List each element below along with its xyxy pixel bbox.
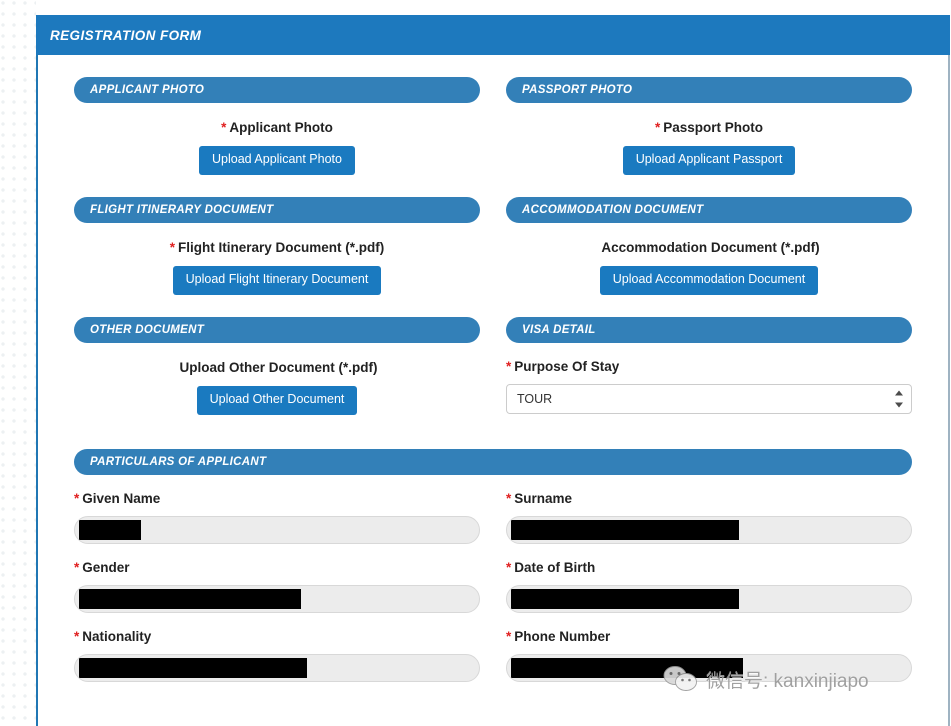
redaction-bar bbox=[79, 589, 301, 610]
field-surname: * Surname bbox=[506, 475, 912, 544]
nationality-label: * Nationality bbox=[74, 629, 480, 645]
passport-photo-upload-block: * Passport Photo Upload Applicant Passpor… bbox=[506, 103, 912, 175]
applicant-photo-upload-block: * Applicant Photo Upload Applicant Photo bbox=[74, 103, 480, 175]
section-header-label: FLIGHT ITINERARY DOCUMENT bbox=[90, 203, 274, 216]
surname-label-text: Surname bbox=[514, 490, 573, 506]
particulars-fields: * Given Name * Surname * Gender * Date o… bbox=[38, 475, 948, 683]
phone-number-input[interactable] bbox=[506, 654, 912, 683]
section-visa-detail: VISA DETAIL * Purpose Of Stay TOUR bbox=[506, 316, 912, 415]
purpose-of-stay-select[interactable]: TOUR bbox=[506, 384, 912, 415]
required-asterisk: * bbox=[74, 490, 80, 506]
required-asterisk: * bbox=[221, 120, 227, 135]
section-header-applicant-photo: APPLICANT PHOTO bbox=[74, 77, 480, 103]
field-date-of-birth: * Date of Birth bbox=[506, 544, 912, 614]
upload-flight-itinerary-button[interactable]: Upload Flight Itinerary Document bbox=[172, 266, 382, 295]
upload-applicant-photo-button[interactable]: Upload Applicant Photo bbox=[199, 146, 355, 175]
redaction-bar bbox=[79, 658, 307, 679]
particulars-section: PARTICULARS OF APPLICANT * Given Name * … bbox=[38, 415, 948, 683]
field-nationality: * Nationality bbox=[74, 613, 480, 683]
field-phone-number: * Phone Number bbox=[506, 613, 912, 683]
accommodation-upload-block: Accommodation Document (*.pdf) Upload Ac… bbox=[506, 223, 912, 295]
phone-number-label: * Phone Number bbox=[506, 629, 912, 645]
other-document-label: Upload Other Document (*.pdf) bbox=[74, 360, 480, 376]
purpose-of-stay-label: * Purpose Of Stay bbox=[506, 359, 912, 375]
section-header-visa-detail: VISA DETAIL bbox=[506, 316, 912, 343]
section-other-document: OTHER DOCUMENT Upload Other Document (*.… bbox=[74, 316, 480, 415]
section-header-accommodation: ACCOMMODATION DOCUMENT bbox=[506, 196, 912, 223]
other-document-upload-block: Upload Other Document (*.pdf) Upload Oth… bbox=[74, 343, 480, 415]
section-header-label: PASSPORT PHOTO bbox=[522, 84, 633, 96]
section-header-other-document: OTHER DOCUMENT bbox=[74, 316, 480, 343]
purpose-of-stay-block: * Purpose Of Stay TOUR bbox=[506, 343, 912, 415]
row-name: * Given Name * Surname bbox=[74, 475, 912, 544]
purpose-of-stay-select-wrap: TOUR bbox=[506, 384, 912, 415]
required-asterisk: * bbox=[506, 490, 512, 506]
row-travel-documents: FLIGHT ITINERARY DOCUMENT * Flight Itiner… bbox=[38, 175, 948, 295]
redaction-bar bbox=[511, 520, 739, 540]
phone-number-label-text: Phone Number bbox=[514, 629, 611, 645]
date-of-birth-label-text: Date of Birth bbox=[514, 560, 596, 575]
section-applicant-photo: APPLICANT PHOTO * Applicant Photo Upload … bbox=[74, 77, 480, 175]
flight-itinerary-label: * Flight Itinerary Document (*.pdf) bbox=[74, 240, 480, 256]
nationality-input[interactable] bbox=[74, 654, 480, 683]
given-name-label: * Given Name bbox=[74, 491, 480, 507]
section-header-flight-itinerary: FLIGHT ITINERARY DOCUMENT bbox=[74, 196, 480, 223]
date-of-birth-input[interactable] bbox=[506, 585, 912, 614]
applicant-photo-label: * Applicant Photo bbox=[74, 120, 480, 136]
section-flight-itinerary: FLIGHT ITINERARY DOCUMENT * Flight Itiner… bbox=[74, 196, 480, 295]
accommodation-label-text: Accommodation Document (*.pdf) bbox=[601, 239, 820, 255]
section-passport-photo: PASSPORT PHOTO * Passport Photo Upload Ap… bbox=[506, 77, 912, 175]
required-asterisk: * bbox=[74, 629, 80, 645]
form-title-bar: REGISTRATION FORM bbox=[36, 15, 950, 55]
date-of-birth-label: * Date of Birth bbox=[506, 560, 912, 576]
required-asterisk: * bbox=[74, 560, 80, 575]
redaction-bar bbox=[79, 520, 141, 540]
surname-label: * Surname bbox=[506, 491, 912, 507]
required-asterisk: * bbox=[506, 358, 512, 374]
section-header-label: APPLICANT PHOTO bbox=[90, 84, 205, 96]
required-asterisk: * bbox=[654, 120, 661, 135]
section-header-label: VISA DETAIL bbox=[522, 323, 596, 336]
section-accommodation: ACCOMMODATION DOCUMENT Accommodation Doc… bbox=[506, 196, 912, 295]
upload-other-document-button[interactable]: Upload Other Document bbox=[196, 386, 358, 415]
section-header-label: OTHER DOCUMENT bbox=[90, 323, 205, 336]
given-name-input[interactable] bbox=[74, 516, 480, 544]
other-document-label-text: Upload Other Document (*.pdf) bbox=[179, 359, 378, 375]
given-name-label-text: Given Name bbox=[82, 490, 161, 506]
passport-photo-label: * Passport Photo bbox=[506, 120, 912, 136]
section-header-particulars: PARTICULARS OF APPLICANT bbox=[74, 448, 912, 475]
section-header-label: ACCOMMODATION DOCUMENT bbox=[522, 203, 704, 216]
row-gender-dob: * Gender * Date of Birth bbox=[74, 544, 912, 614]
gender-label: * Gender bbox=[74, 560, 480, 576]
required-asterisk: * bbox=[506, 629, 512, 645]
upload-accommodation-button[interactable]: Upload Accommodation Document bbox=[599, 266, 819, 295]
passport-photo-label-text: Passport Photo bbox=[663, 120, 764, 135]
gender-input[interactable] bbox=[74, 585, 480, 614]
row-photos: APPLICANT PHOTO * Applicant Photo Upload … bbox=[38, 55, 948, 175]
field-given-name: * Given Name bbox=[74, 475, 480, 544]
gender-label-text: Gender bbox=[82, 560, 130, 575]
nationality-label-text: Nationality bbox=[82, 629, 152, 645]
section-header-passport-photo: PASSPORT PHOTO bbox=[506, 77, 912, 103]
page-title: REGISTRATION FORM bbox=[50, 27, 202, 43]
purpose-of-stay-label-text: Purpose Of Stay bbox=[514, 358, 620, 374]
row-other-and-visa: OTHER DOCUMENT Upload Other Document (*.… bbox=[38, 295, 948, 415]
redaction-bar bbox=[511, 658, 743, 679]
row-nationality-phone: * Nationality * Phone Number bbox=[74, 613, 912, 683]
upload-applicant-passport-button[interactable]: Upload Applicant Passport bbox=[622, 146, 796, 175]
applicant-photo-label-text: Applicant Photo bbox=[229, 120, 333, 135]
form-body: APPLICANT PHOTO * Applicant Photo Upload … bbox=[38, 55, 948, 683]
required-asterisk: * bbox=[169, 239, 175, 255]
accommodation-label: Accommodation Document (*.pdf) bbox=[506, 240, 912, 256]
registration-form-panel: REGISTRATION FORM APPLICANT PHOTO * Appli… bbox=[36, 15, 950, 726]
section-header-label: PARTICULARS OF APPLICANT bbox=[90, 455, 267, 468]
flight-itinerary-label-text: Flight Itinerary Document (*.pdf) bbox=[178, 239, 385, 255]
surname-input[interactable] bbox=[506, 516, 912, 544]
redaction-bar bbox=[511, 589, 739, 610]
flight-itinerary-upload-block: * Flight Itinerary Document (*.pdf) Uploa… bbox=[74, 223, 480, 295]
required-asterisk: * bbox=[506, 560, 512, 575]
field-gender: * Gender bbox=[74, 544, 480, 614]
